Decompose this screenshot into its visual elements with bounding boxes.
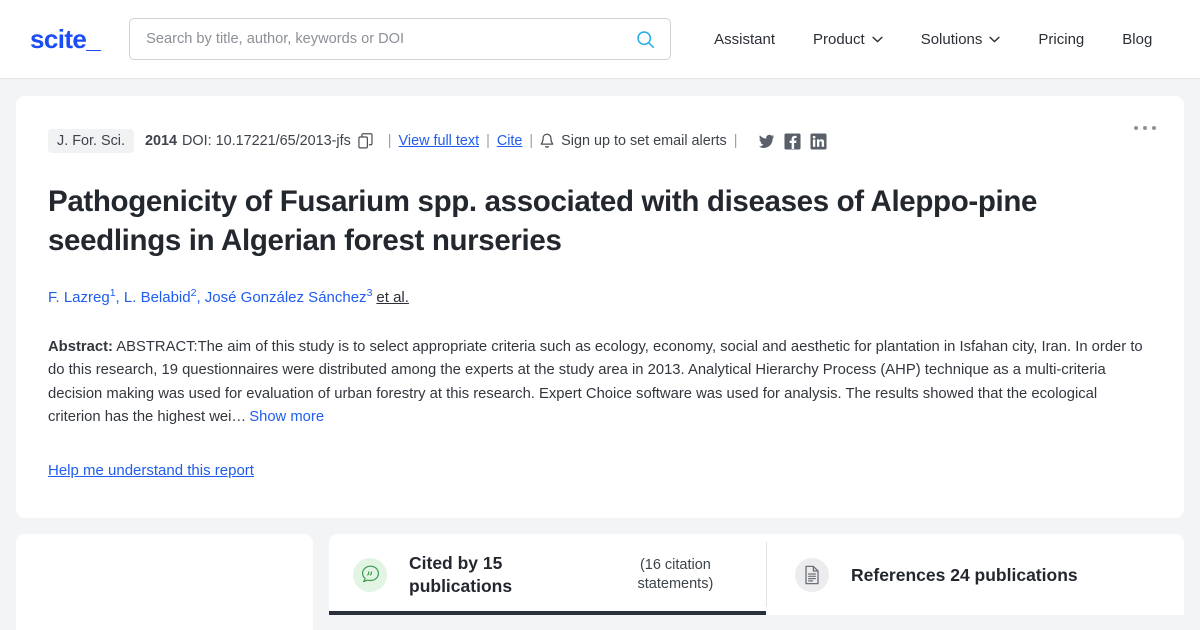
separator: | xyxy=(733,133,738,149)
author-comma: , xyxy=(196,288,201,306)
author-link[interactable]: José González Sánchez3 xyxy=(204,286,373,306)
dot xyxy=(1134,126,1138,130)
quote-bubble-icon-wrapper xyxy=(353,557,387,592)
search-bar[interactable] xyxy=(129,18,672,60)
right-column: Cited by 15 publications (16 citation st… xyxy=(329,534,1184,630)
show-more-link[interactable]: Show more xyxy=(249,409,324,425)
article-card: J. For. Sci. 2014 DOI: 10.17221/65/2013-… xyxy=(16,96,1184,519)
tab-references[interactable]: References 24 publications xyxy=(767,534,1108,615)
author-name: F. Lazreg xyxy=(48,288,110,306)
top-navigation-bar: scite_ Assistant Product Solutions Prici… xyxy=(0,0,1200,79)
tab-cited-by-label: Cited by 15 publications xyxy=(409,553,513,596)
article-metadata-row: J. For. Sci. 2014 DOI: 10.17221/65/2013-… xyxy=(48,128,1150,154)
nav-item-blog[interactable]: Blog xyxy=(1103,25,1171,54)
nav-label: Blog xyxy=(1122,30,1153,48)
author-affiliation-marker: 3 xyxy=(366,286,373,299)
tab-references-label: References 24 publications xyxy=(851,564,1078,585)
tab-cited-by-sublabel: (16 citation statements) xyxy=(637,557,714,592)
dot xyxy=(1152,126,1156,130)
sidebar-panel xyxy=(16,534,313,630)
cite-link[interactable]: Cite xyxy=(497,133,523,149)
document-icon xyxy=(805,565,819,585)
separator: | xyxy=(387,133,392,149)
nav-label: Assistant xyxy=(714,30,775,48)
main-nav-links: Assistant Product Solutions Pricing Blog xyxy=(695,25,1171,54)
nav-item-solutions[interactable]: Solutions xyxy=(902,25,1020,54)
quote-bubble-icon xyxy=(361,565,379,583)
nav-label: Pricing xyxy=(1038,30,1085,48)
search-input[interactable] xyxy=(146,31,636,47)
linkedin-icon[interactable] xyxy=(809,132,827,150)
chevron-down-icon xyxy=(989,36,1001,42)
author-name: L. Belabid xyxy=(123,288,191,306)
facebook-icon[interactable] xyxy=(783,132,801,150)
abstract-text: ABSTRACT:The aim of this study is to sel… xyxy=(48,338,1143,425)
view-full-text-link[interactable]: View full text xyxy=(399,133,480,149)
author-comma: , xyxy=(115,288,120,306)
page-title: Pathogenicity of Fusarium spp. associate… xyxy=(48,185,1038,257)
abstract-label: Abstract: xyxy=(48,338,113,355)
publication-year: 2014 xyxy=(144,133,177,149)
document-icon-wrapper xyxy=(795,557,829,592)
dot xyxy=(1143,126,1147,130)
nav-label: Solutions xyxy=(920,30,983,48)
page-body: J. For. Sci. 2014 DOI: 10.17221/65/2013-… xyxy=(0,79,1200,519)
journal-badge: J. For. Sci. xyxy=(48,129,134,153)
nav-label: Product xyxy=(812,30,865,48)
nav-item-assistant[interactable]: Assistant xyxy=(695,25,794,54)
more-options-button[interactable] xyxy=(1134,126,1156,130)
author-link[interactable]: L. Belabid2 xyxy=(123,287,197,306)
tab-bar: Cited by 15 publications (16 citation st… xyxy=(329,534,1184,616)
scite-logo[interactable]: scite_ xyxy=(30,24,101,55)
author-list: F. Lazreg1, L. Belabid2, José González S… xyxy=(48,286,1150,308)
tab-cited-by[interactable]: Cited by 15 publications (16 citation st… xyxy=(329,534,766,616)
abstract-section: Abstract: ABSTRACT:The aim of this study… xyxy=(48,336,1150,430)
doi-text: DOI: 10.17221/65/2013-jfs xyxy=(181,133,351,149)
et-al-link[interactable]: et al. xyxy=(376,289,409,306)
nav-item-pricing[interactable]: Pricing xyxy=(1019,25,1103,54)
separator: | xyxy=(529,133,534,149)
social-share-group xyxy=(758,132,827,150)
chevron-down-icon xyxy=(872,36,883,42)
author-name: José González Sánchez xyxy=(204,288,367,306)
twitter-icon[interactable] xyxy=(758,133,775,150)
copy-icon[interactable] xyxy=(358,133,373,149)
bell-icon[interactable] xyxy=(540,133,554,149)
nav-item-product[interactable]: Product xyxy=(794,25,902,54)
email-alerts-label[interactable]: Sign up to set email alerts xyxy=(561,133,727,149)
help-understand-report-link[interactable]: Help me understand this report xyxy=(48,462,254,479)
separator: | xyxy=(486,133,490,149)
author-link[interactable]: F. Lazreg1 xyxy=(48,287,116,306)
search-icon[interactable] xyxy=(635,29,656,50)
lower-section: Cited by 15 publications (16 citation st… xyxy=(0,518,1200,630)
